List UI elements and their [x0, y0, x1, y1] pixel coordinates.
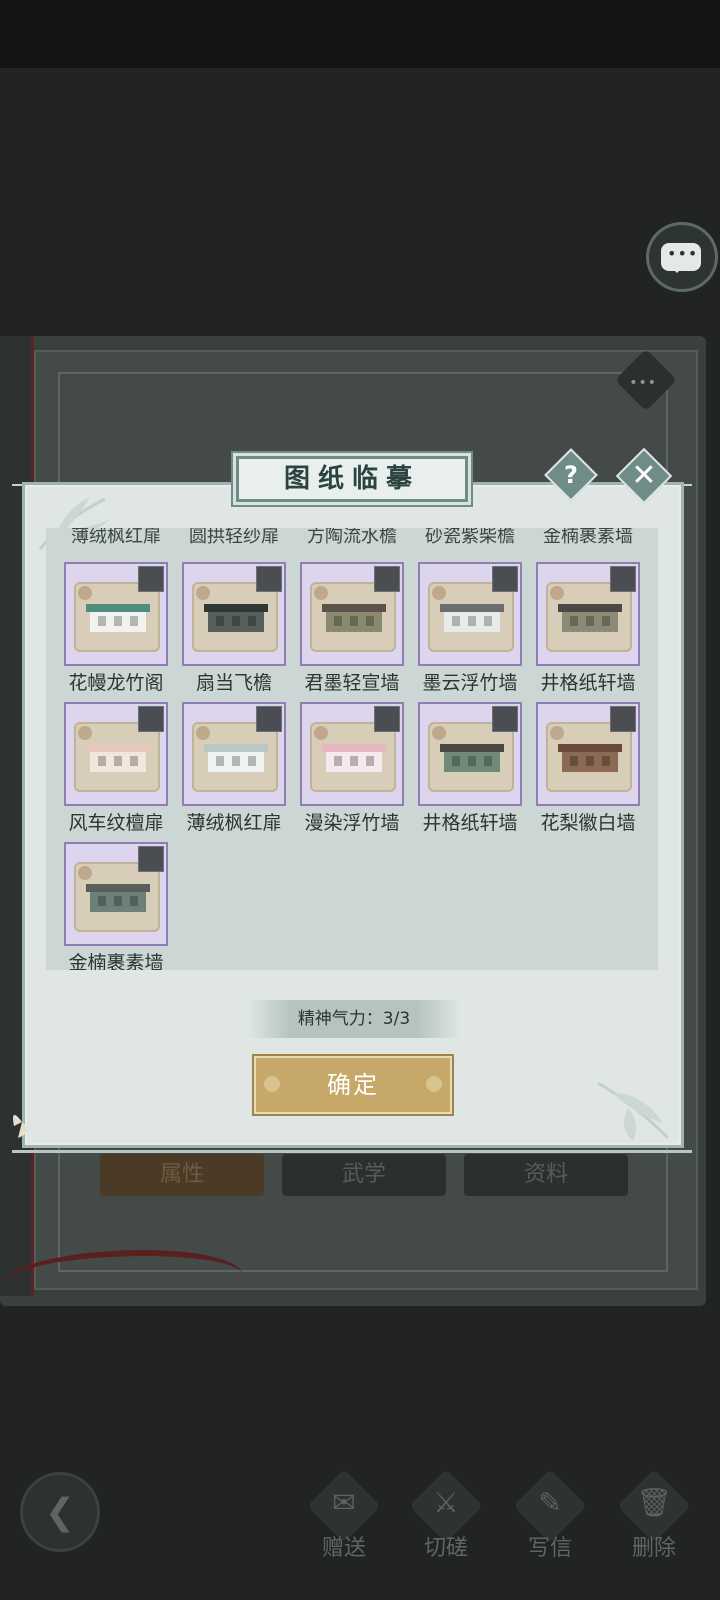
building-icon: [322, 744, 386, 776]
blueprint-thumbnail: [536, 562, 640, 666]
blueprint-thumbnail: [64, 562, 168, 666]
action-label: 删除: [631, 1536, 676, 1561]
building-icon: [86, 884, 150, 916]
seal-icon: [550, 586, 564, 600]
back-button[interactable]: ❮: [20, 1472, 100, 1552]
selection-checkbox[interactable]: [610, 566, 636, 592]
blueprint-name: 花梨徽白墙: [540, 812, 636, 834]
blueprint-thumbnail: [418, 702, 522, 806]
blueprint-card[interactable]: 花幔龙竹阁: [64, 562, 168, 694]
blueprint-card[interactable]: 君墨轻宣墙: [300, 562, 404, 694]
trash-icon: 🗑: [636, 1486, 672, 1519]
tab-martial-arts[interactable]: 武学: [282, 1154, 446, 1196]
blueprint-name: 薄绒枫红扉: [186, 812, 282, 834]
seal-icon: [78, 726, 92, 740]
blueprint-thumbnail: [536, 702, 640, 806]
seal-icon: [314, 586, 328, 600]
action-label: 赠送: [321, 1536, 366, 1561]
card-list: 花幔龙竹阁 扇当飞檐 君墨轻宣墙 墨云浮竹墙 井格纸轩墙 风车纹檀扉 薄绒枫红扉 漫染浮竹墙井…: [46, 528, 658, 970]
building-icon: [204, 604, 268, 636]
confirm-label: 确定: [327, 1071, 379, 1099]
seal-icon: [196, 586, 210, 600]
selection-checkbox[interactable]: [492, 706, 518, 732]
modal-bottom-rod: [12, 1145, 692, 1153]
blueprint-thumbnail: [418, 562, 522, 666]
blueprint-card[interactable]: 花梨徽白墙: [536, 702, 640, 834]
blueprint-thumbnail: [64, 702, 168, 806]
selection-checkbox[interactable]: [610, 706, 636, 732]
seal-icon: [432, 586, 446, 600]
sword-icon: ⚔: [433, 1486, 459, 1519]
flower-ornament-icon: [426, 1076, 442, 1092]
building-icon: [86, 604, 150, 636]
blueprint-card[interactable]: 井格纸轩墙: [536, 562, 640, 694]
blueprint-thumbnail: [300, 702, 404, 806]
blueprint-card[interactable]: 扇当飞檐: [182, 562, 286, 694]
chat-bubble-icon: •••: [661, 243, 701, 273]
blueprint-card[interactable]: 井格纸轩墙: [418, 702, 522, 834]
selection-checkbox[interactable]: [256, 566, 282, 592]
chat-button[interactable]: •••: [646, 222, 718, 292]
blueprint-name: 墨云浮竹墙: [422, 672, 518, 694]
building-icon: [204, 744, 268, 776]
building-icon: [86, 744, 150, 776]
action-letter[interactable]: ✎ 写信: [502, 1469, 598, 1566]
selection-checkbox[interactable]: [138, 846, 164, 872]
blueprint-name: 井格纸轩墙: [422, 812, 518, 834]
action-sword[interactable]: ⚔ 切磋: [398, 1469, 494, 1566]
selection-checkbox[interactable]: [138, 566, 164, 592]
blueprint-name: 风车纹檀扉: [68, 812, 164, 834]
blueprint-card[interactable]: 风车纹檀扉: [64, 702, 168, 834]
blueprint-thumbnail: [182, 702, 286, 806]
blueprint-name: 扇当飞檐: [195, 672, 272, 694]
selection-checkbox[interactable]: [374, 706, 400, 732]
seal-icon: [550, 726, 564, 740]
confirm-button[interactable]: 确定: [252, 1054, 454, 1116]
dialog-title: 图纸临摹: [236, 456, 468, 502]
action-label: 切磋: [423, 1536, 468, 1561]
tab-attributes[interactable]: 属性: [100, 1154, 264, 1196]
letter-icon: ✎: [538, 1486, 562, 1519]
action-scroll[interactable]: ✉ 赠送: [296, 1469, 392, 1566]
blueprint-thumbnail: [182, 562, 286, 666]
bamboo-leaf-decoration-2: [597, 1081, 670, 1141]
building-icon: [322, 604, 386, 636]
selection-checkbox[interactable]: [492, 566, 518, 592]
scroll-icon: ✉: [332, 1486, 356, 1519]
blueprint-card[interactable]: 薄绒枫红扉: [182, 702, 286, 834]
stamina-indicator: 精神气力：3/3: [248, 1000, 460, 1038]
blueprint-name: 金楠裹素墙: [68, 952, 164, 970]
selection-checkbox[interactable]: [256, 706, 282, 732]
seal-icon: [78, 866, 92, 880]
building-icon: [558, 744, 622, 776]
blueprint-name: 漫染浮竹墙: [304, 812, 400, 834]
action-label: 写信: [527, 1536, 572, 1561]
blueprint-card[interactable]: 金楠裹素墙: [64, 842, 168, 970]
blueprint-name: 井格纸轩墙: [540, 672, 636, 694]
blueprint-thumbnail: [64, 842, 168, 946]
top-bar: [0, 0, 720, 68]
seal-icon: [196, 726, 210, 740]
tab-profile[interactable]: 资料: [464, 1154, 628, 1196]
building-icon: [440, 744, 504, 776]
blueprint-grid[interactable]: 薄绒枫红扉 圆拱轻纱扉 方陶流水檐 砂瓷紫柴檐 金楠裹素墙 花幔龙竹阁 扇当飞檐君…: [46, 528, 658, 970]
butterfly-icon: [13, 1114, 28, 1138]
blueprint-card[interactable]: 墨云浮竹墙: [418, 562, 522, 694]
blueprint-card[interactable]: 漫染浮竹墙: [300, 702, 404, 834]
back-arrow-icon: ❮: [44, 1492, 76, 1533]
close-icon: ✕: [631, 458, 657, 493]
seal-icon: [432, 726, 446, 740]
building-icon: [558, 604, 622, 636]
seal-icon: [314, 726, 328, 740]
action-trash[interactable]: 🗑 删除: [606, 1469, 702, 1566]
selection-checkbox[interactable]: [374, 566, 400, 592]
flower-ornament-icon: [264, 1076, 280, 1092]
blueprint-name: 花幔龙竹阁: [68, 672, 164, 694]
blueprint-name: 君墨轻宣墙: [304, 672, 400, 694]
blueprint-thumbnail: [300, 562, 404, 666]
question-icon: ?: [564, 461, 578, 489]
seal-icon: [78, 586, 92, 600]
building-icon: [440, 604, 504, 636]
selection-checkbox[interactable]: [138, 706, 164, 732]
